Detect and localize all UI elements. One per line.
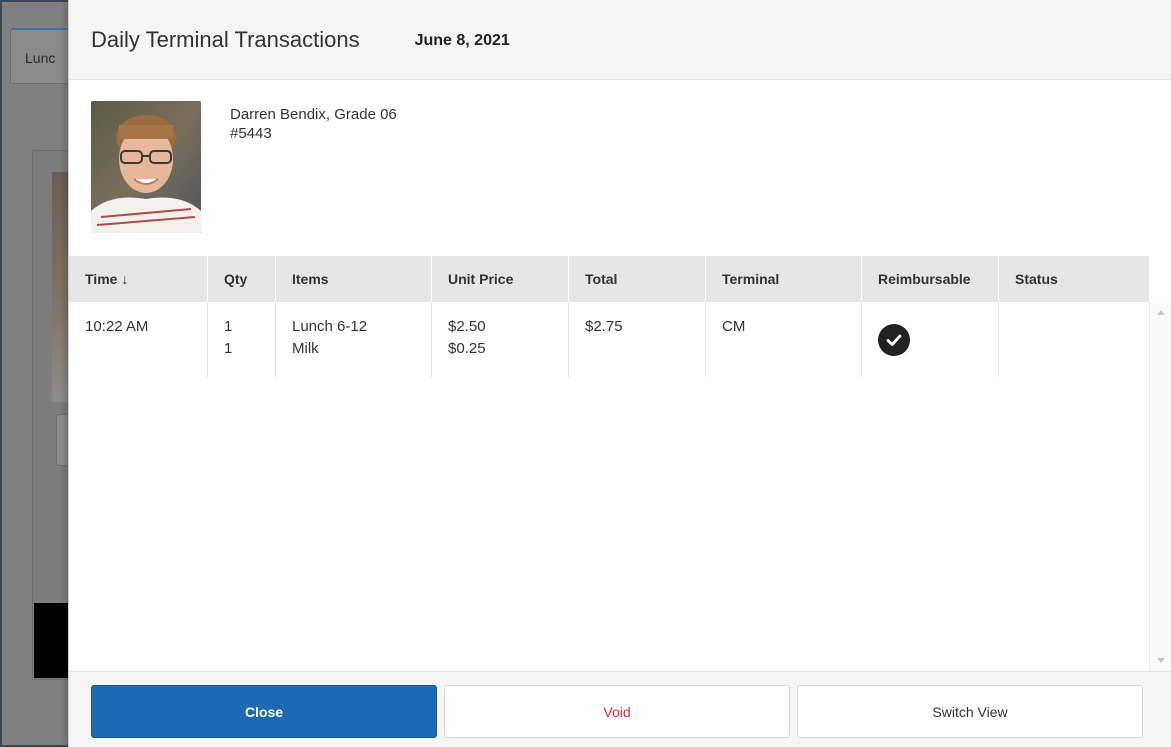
transactions-modal: Daily Terminal Transactions June 8, 2021 <box>68 0 1171 747</box>
table-scrollbar[interactable] <box>1149 302 1171 671</box>
modal-title: Daily Terminal Transactions <box>91 26 360 52</box>
cell-total: $2.75 <box>569 302 706 377</box>
cell-qty-line: 1 <box>224 318 233 335</box>
student-photo <box>91 101 201 233</box>
modal-header: Daily Terminal Transactions June 8, 2021 <box>69 0 1171 80</box>
modal-footer: Close Void Switch View <box>69 671 1171 747</box>
column-header-unit-price[interactable]: Unit Price <box>432 256 569 302</box>
column-header-terminal[interactable]: Terminal <box>706 256 862 302</box>
modal-date: June 8, 2021 <box>414 31 510 49</box>
student-info: Darren Bendix, Grade 06 #5443 <box>69 80 1171 256</box>
background-tab-label: Lunc <box>25 50 56 66</box>
cell-status <box>999 302 1149 377</box>
cell-reimbursable <box>862 302 999 377</box>
column-header-items[interactable]: Items <box>276 256 432 302</box>
column-header-qty[interactable]: Qty <box>208 256 276 302</box>
table-header: Time ↓ Qty Items Unit Price Total Termin… <box>69 256 1149 302</box>
table-row[interactable]: 10:22 AM 1 1 Lunch 6-12 Milk $2.50 $0.25… <box>69 302 1149 377</box>
cell-unit-price-line: $0.25 <box>448 340 486 357</box>
cell-item-line: Milk <box>292 340 319 357</box>
close-button[interactable]: Close <box>91 685 437 738</box>
student-id: #5443 <box>230 125 272 142</box>
scroll-down-arrow-icon[interactable] <box>1157 658 1165 663</box>
column-header-time[interactable]: Time ↓ <box>69 256 208 302</box>
column-header-status[interactable]: Status <box>999 256 1149 302</box>
cell-unit-price-line: $2.50 <box>448 318 486 335</box>
cell-item-line: Lunch 6-12 <box>292 318 368 335</box>
cell-time: 10:22 AM <box>69 302 208 377</box>
cell-unit-price: $2.50 $0.25 <box>432 302 569 377</box>
table-body: 10:22 AM 1 1 Lunch 6-12 Milk $2.50 $0.25… <box>69 302 1149 377</box>
cell-qty-line: 1 <box>224 340 233 357</box>
cell-items: Lunch 6-12 Milk <box>276 302 432 377</box>
transactions-table: Time ↓ Qty Items Unit Price Total Termin… <box>69 256 1171 671</box>
cell-terminal: CM <box>706 302 862 377</box>
check-circle-icon <box>878 324 910 356</box>
scroll-up-arrow-icon[interactable] <box>1157 310 1165 315</box>
cell-qty: 1 1 <box>208 302 276 377</box>
void-button[interactable]: Void <box>444 685 790 738</box>
scrollbar-cap <box>1149 256 1171 302</box>
column-header-total[interactable]: Total <box>569 256 706 302</box>
student-name-grade: Darren Bendix, Grade 06 <box>230 106 397 123</box>
column-header-reimbursable[interactable]: Reimbursable <box>862 256 999 302</box>
switch-view-button[interactable]: Switch View <box>797 685 1143 738</box>
